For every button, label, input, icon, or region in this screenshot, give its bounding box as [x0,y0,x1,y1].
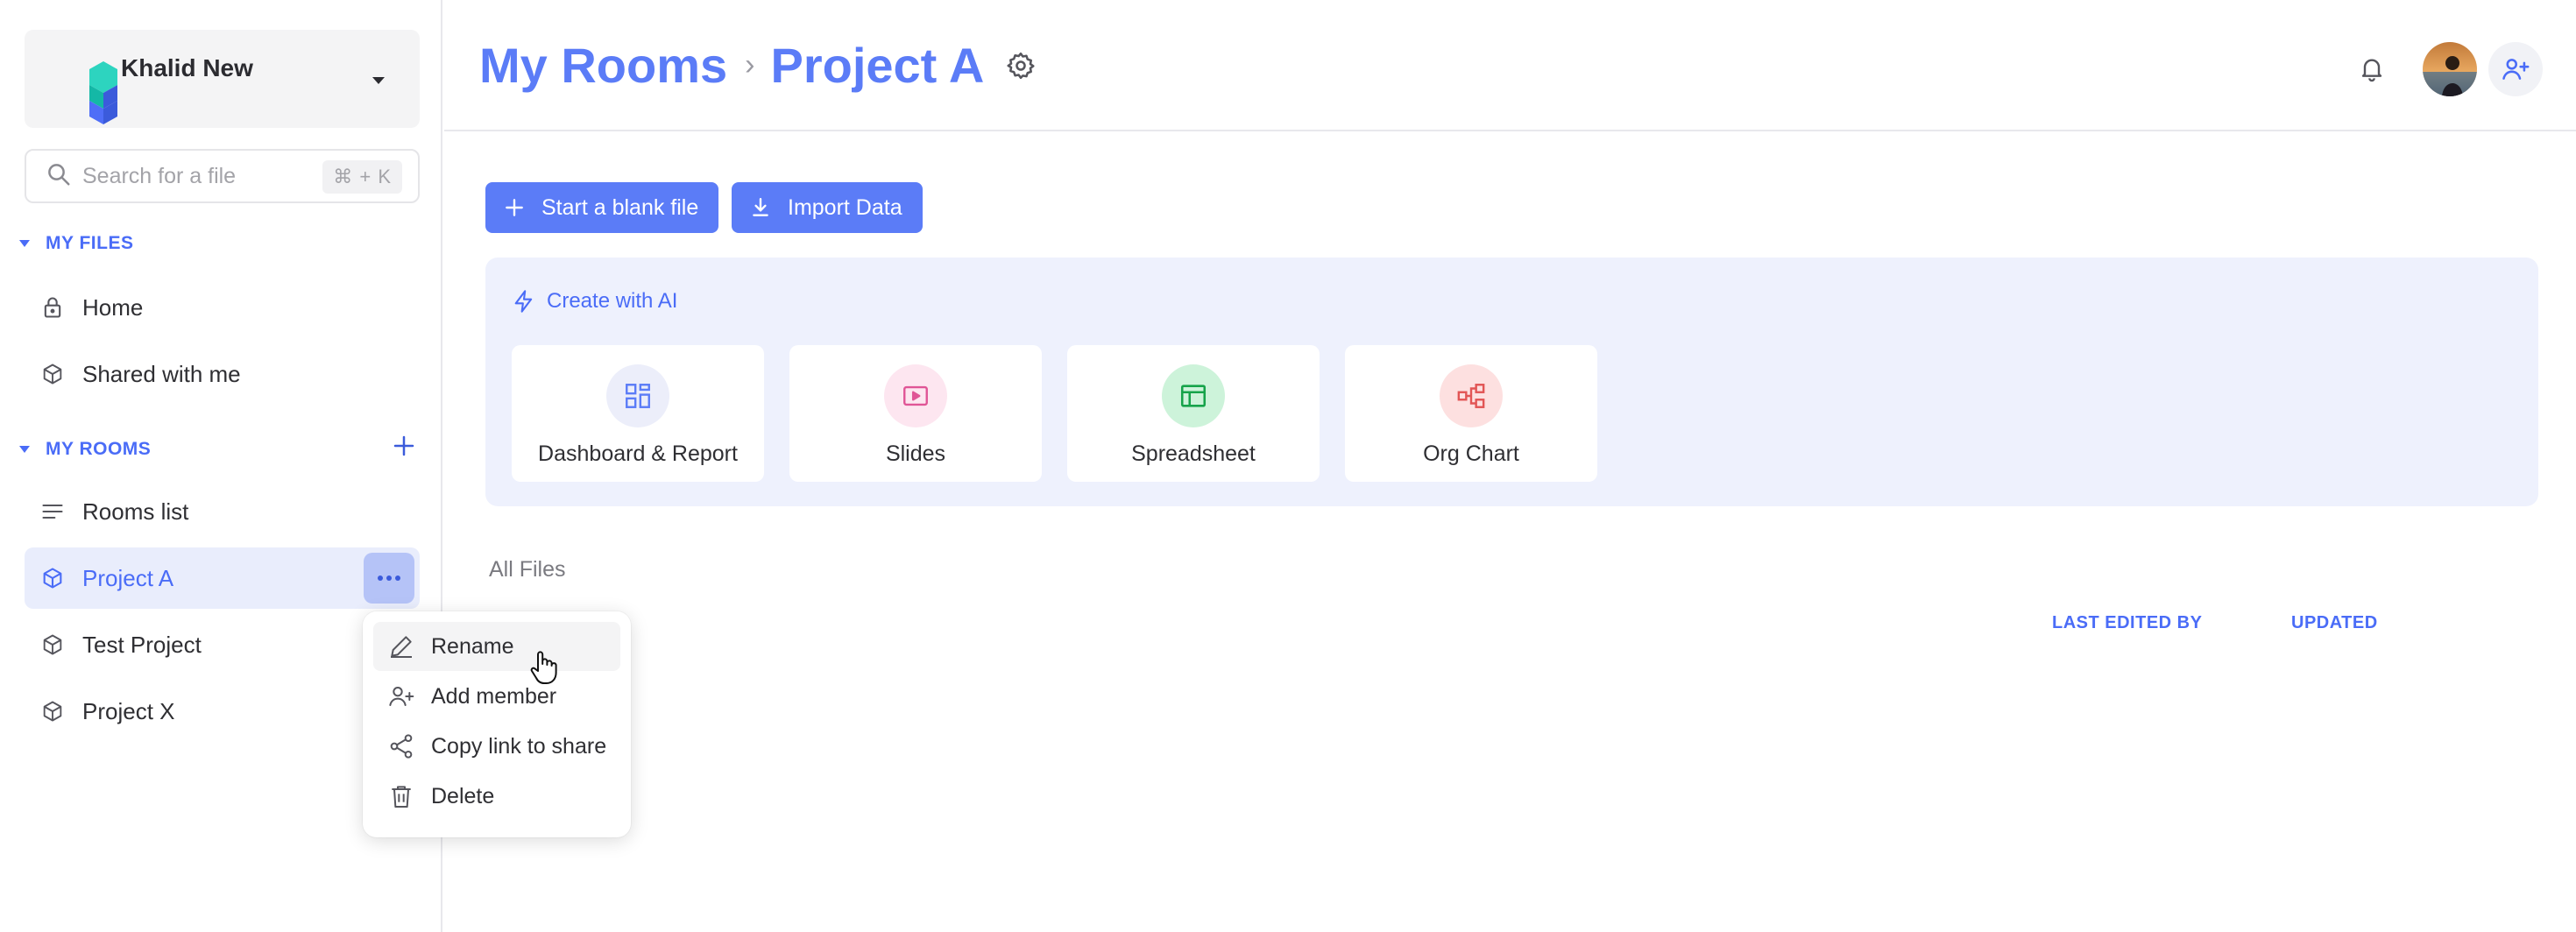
more-options-button[interactable] [364,553,414,604]
cube-icon [40,362,65,386]
search-input[interactable] [82,163,310,189]
workspace-name: Khalid New [121,54,253,81]
list-icon [40,499,65,524]
section-title: MY FILES [46,233,134,253]
ai-card-spreadsheet[interactable]: Spreadsheet [1067,345,1320,482]
ai-card-label: Org Chart [1423,441,1519,466]
bell-icon[interactable] [2358,53,2386,84]
lightning-icon [514,290,533,313]
org-chart-icon [1440,364,1503,427]
caret-down-icon [19,446,30,453]
menu-item-add-member[interactable]: Add member [373,672,620,721]
sidebar-item-shared-with-me[interactable]: Shared with me [25,343,420,405]
play-icon [884,364,947,427]
workspace-switcher[interactable]: Khalid New [25,30,420,128]
table-icon [1162,364,1225,427]
ai-card-label: Dashboard & Report [538,441,738,466]
panel-title: Create with AI [547,289,678,313]
avatar[interactable] [2423,42,2477,96]
menu-item-label: Copy link to share [431,733,607,759]
gear-icon[interactable] [1005,50,1037,81]
section-title: MY ROOMS [46,439,152,459]
breadcrumb-my-rooms[interactable]: My Rooms [479,37,727,94]
button-label: Start a blank file [541,194,699,220]
ai-card-label: Slides [885,441,946,466]
section-header-my-files[interactable]: MY FILES [19,233,133,254]
column-header-updated[interactable]: UPDATED [2291,613,2378,633]
sidebar-item-project-a[interactable]: Project A [25,547,420,609]
sidebar-item-home[interactable]: Home [25,277,420,338]
sidebar-item-label: Project A [82,564,174,591]
breadcrumb: My Rooms › Project A [479,37,1037,94]
invite-user-button[interactable] [2488,42,2543,96]
dashboard-icon [606,364,669,427]
ai-card-slides[interactable]: Slides [789,345,1042,482]
menu-item-label: Rename [431,633,514,659]
sidebar-item-project-x[interactable]: Project X [25,681,420,742]
create-with-ai-title[interactable]: Create with AI [512,287,677,315]
dot [378,575,383,581]
sidebar-item-label: Rooms list [82,498,189,525]
start-blank-file-button[interactable]: Start a blank file [485,182,718,233]
search-icon [46,161,72,192]
room-context-menu: Rename Add member Copy link to share Del… [363,611,631,837]
ai-card-dashboard-report[interactable]: Dashboard & Report [512,345,764,482]
cube-icon [40,699,65,724]
ai-card-org-chart[interactable]: Org Chart [1345,345,1597,482]
caret-down-icon [372,77,385,84]
create-with-ai-panel: Create with AI Dashboard & Report Slides… [485,258,2538,506]
download-icon [753,198,768,216]
sidebar-item-rooms-list[interactable]: Rooms list [25,481,420,542]
add-user-icon [389,687,414,706]
add-room-button[interactable] [389,433,419,462]
sidebar-item-test-project[interactable]: Test Project [25,614,420,675]
section-header-my-rooms[interactable]: MY ROOMS [19,439,151,460]
add-user-icon [2502,59,2530,80]
caret-down-icon [19,240,30,247]
hand-cursor-icon [530,651,557,684]
dot [386,575,392,581]
plus-icon [506,199,523,216]
dot [395,575,400,581]
cube-icon [40,566,65,590]
search-box[interactable]: ⌘ + K [25,149,420,203]
menu-item-label: Delete [431,783,495,808]
ai-card-label: Spreadsheet [1131,441,1256,466]
plus-icon [393,435,414,456]
menu-item-rename[interactable]: Rename [373,622,620,671]
sidebar-item-label: Home [82,293,144,321]
lock-icon [40,295,65,320]
sidebar-item-label: Test Project [82,631,202,658]
menu-item-copy-link[interactable]: Copy link to share [373,722,620,771]
column-header-last-edited-by[interactable]: LAST EDITED BY [2052,613,2202,633]
all-files-label: All Files [489,557,566,582]
sidebar-item-label: Project X [82,697,175,724]
breadcrumb-separator: › [745,48,755,81]
button-label: Import Data [788,194,902,220]
page-header: My Rooms › Project A [444,0,2576,131]
sidebar-item-label: Shared with me [82,360,241,387]
share-icon [390,734,413,759]
cube-icon [40,632,65,657]
import-data-button[interactable]: Import Data [732,182,923,233]
shortcut-badge: ⌘ + K [322,160,402,194]
menu-item-label: Add member [431,683,557,709]
page-title[interactable]: Project A [770,37,984,94]
menu-item-delete[interactable]: Delete [373,772,620,821]
pencil-icon [391,636,412,658]
trash-icon [392,786,411,808]
